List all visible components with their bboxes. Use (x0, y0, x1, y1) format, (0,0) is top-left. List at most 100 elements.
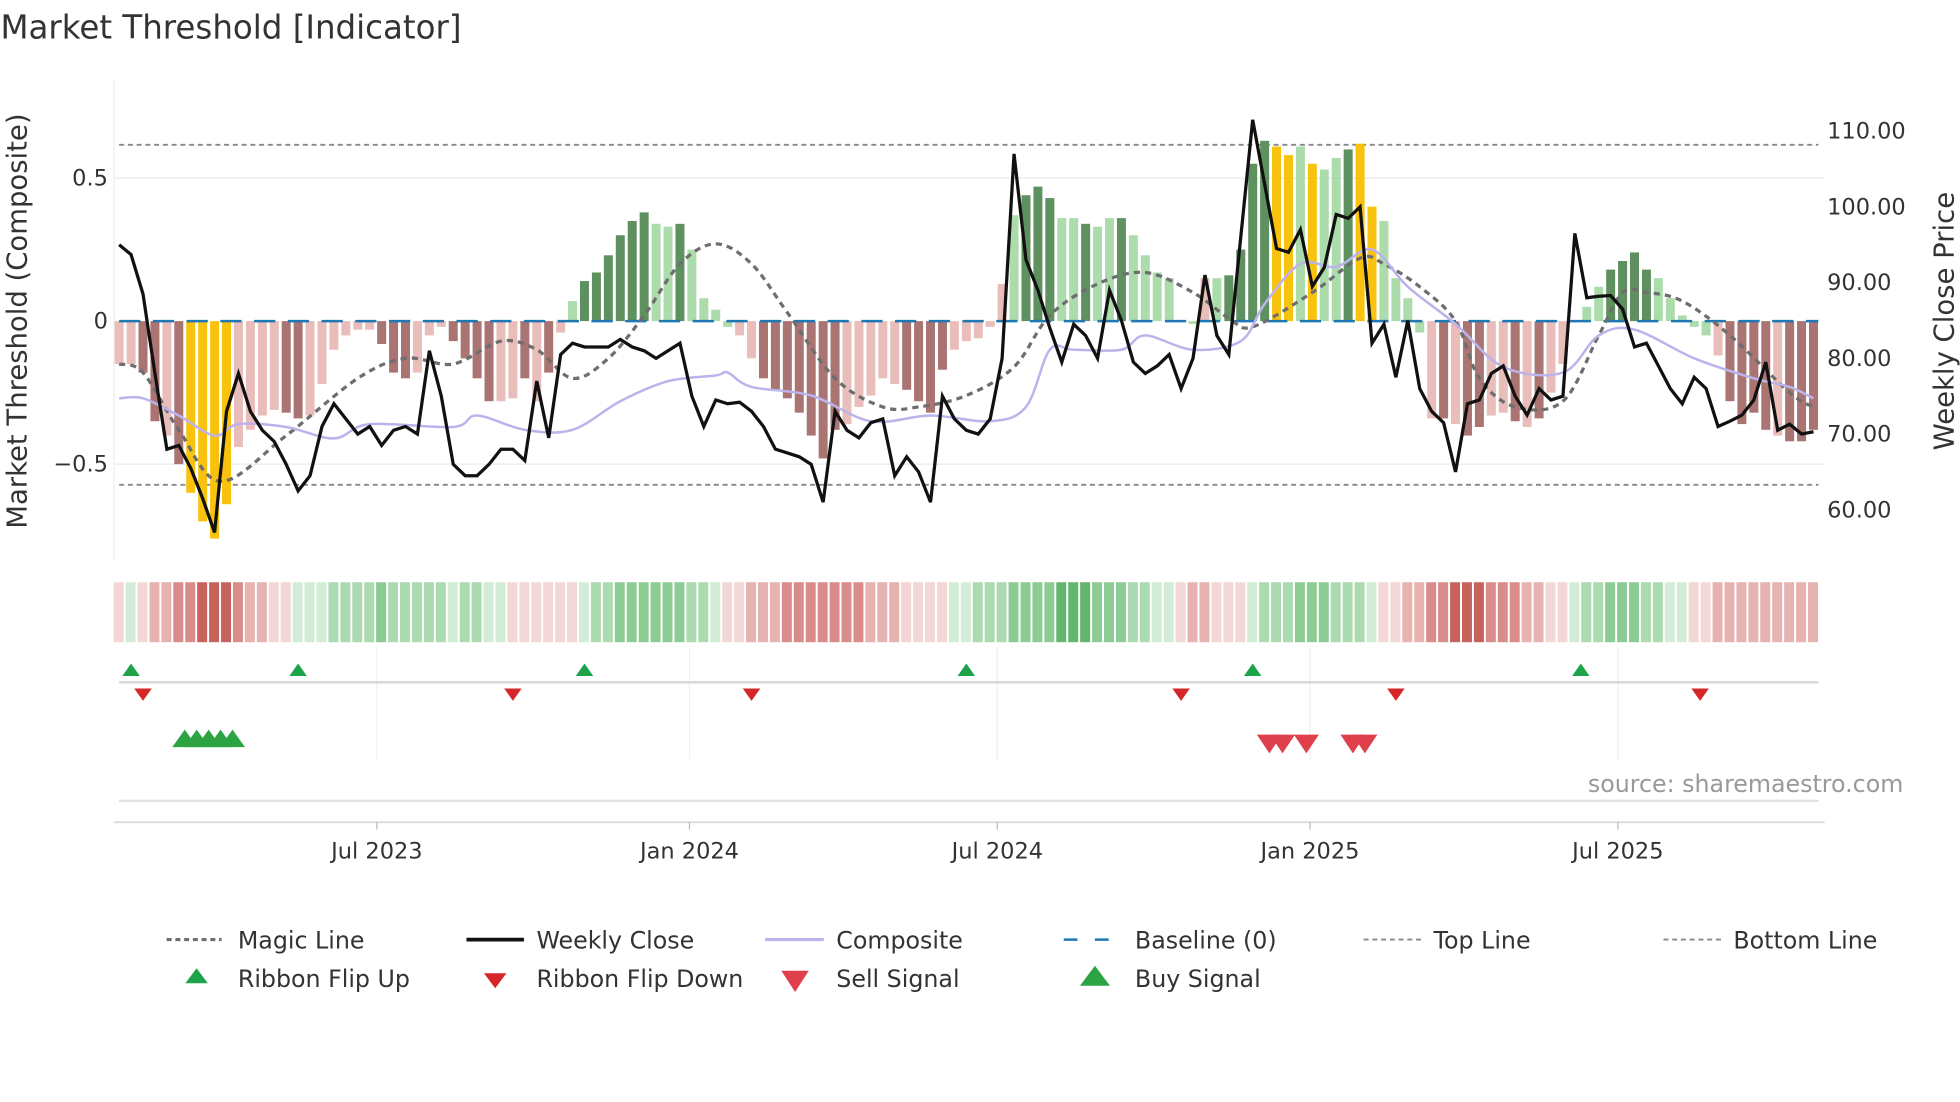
composite-bar (1546, 321, 1556, 393)
ribbon-cell (1497, 582, 1508, 643)
y2-tick-label: 70.00 (1827, 422, 1891, 448)
ribbon-cell (304, 582, 315, 643)
ribbon-cell (1306, 582, 1317, 643)
ribbon-flip-up-marker (122, 663, 140, 676)
composite-bar (1630, 252, 1640, 322)
composite-bars (114, 140, 1818, 539)
ribbon-cell (1438, 582, 1449, 643)
composite-bar (591, 272, 601, 322)
ribbon-cell (388, 582, 399, 643)
ribbon-cell (829, 582, 840, 643)
ribbon-cell (1605, 582, 1616, 643)
ribbon-cell (1008, 582, 1019, 643)
composite-bar (293, 321, 303, 419)
sell-triangle-icon (781, 970, 809, 993)
ribbon-cell (495, 582, 506, 643)
y2-tick-label: 100.00 (1827, 194, 1906, 220)
composite-bar (699, 298, 709, 322)
composite-bar (1081, 223, 1091, 322)
legend-item-sell-signal[interactable]: Sell Signal (781, 965, 960, 993)
ribbon (113, 582, 1818, 643)
composite-bar (1391, 278, 1401, 322)
x-tick-label: Jan 2024 (638, 838, 739, 864)
ribbon-cell (1796, 582, 1807, 643)
legend-item-weekly-close[interactable]: Weekly Close (466, 926, 694, 954)
ribbon-flip-up-marker (1572, 663, 1590, 676)
ribbon-cell (1640, 582, 1651, 643)
legend-item-buy-signal[interactable]: Buy Signal (1079, 965, 1261, 993)
ribbon-cell (376, 582, 387, 643)
composite-bar (389, 321, 399, 373)
ribbon-cell (1461, 582, 1472, 643)
ribbon-cell (578, 582, 589, 643)
legend-item-composite[interactable]: Composite (765, 926, 963, 954)
composite-bar (138, 321, 148, 373)
ribbon-cell (877, 582, 888, 643)
ribbon-cell (1485, 582, 1496, 643)
ribbon-cell (352, 582, 363, 643)
composite-bar (1582, 306, 1592, 322)
ribbon-cell (650, 582, 661, 643)
y2-tick-label: 110.00 (1827, 119, 1906, 145)
composite-bar (579, 281, 589, 322)
y-tick-label: −0.5 (53, 452, 108, 478)
legend-item-ribbon-flip-down[interactable]: Ribbon Flip Down (483, 965, 743, 993)
ribbon-cell (1807, 582, 1818, 643)
ribbon-cell (268, 582, 279, 643)
legend-label: Top Line (1433, 926, 1531, 954)
ribbon-flip-up-marker (1243, 663, 1262, 676)
ribbon-cell (197, 582, 208, 643)
ribbon-cell (710, 582, 721, 643)
ribbon-cell (1056, 582, 1067, 643)
ribbon-cell (984, 582, 995, 643)
composite-bar (1653, 278, 1663, 322)
composite-bar (758, 321, 768, 379)
sell-signal-marker (1293, 734, 1319, 754)
composite-bar (1128, 235, 1138, 322)
composite-bar (603, 255, 613, 322)
composite-bar (1164, 278, 1174, 322)
ribbon-cell (1581, 582, 1592, 643)
legend-item-bottom-line[interactable]: Bottom Line (1663, 926, 1877, 954)
ribbon-cell (543, 582, 554, 643)
composite-bar (377, 321, 387, 344)
ribbon-cell (853, 582, 864, 643)
ribbon-cell (519, 582, 530, 643)
composite-bar (949, 321, 959, 350)
composite-bar (424, 321, 434, 336)
ribbon-cell (1318, 582, 1329, 643)
legend-label: Buy Signal (1135, 965, 1261, 993)
x-axis: Jul 2023 Jan 2024 Jul 2024 Jan 2025 Jul 2025 (114, 821, 1825, 864)
legend-item-ribbon-flip-up[interactable]: Ribbon Flip Up (185, 965, 410, 993)
ribbon-cell (1032, 582, 1043, 643)
ribbon-cell (1509, 582, 1520, 643)
legend-item-top-line[interactable]: Top Line (1363, 926, 1531, 954)
legend-item-magic-line[interactable]: Magic Line (166, 926, 365, 954)
ribbon-cell (1772, 582, 1783, 643)
ribbon-cell (901, 582, 912, 643)
ribbon-cell (1163, 582, 1174, 643)
composite-bar (1594, 286, 1604, 322)
ribbon-cell (113, 582, 124, 643)
signal-panels (119, 647, 1819, 803)
ribbon-cell (1378, 582, 1389, 643)
composite-bar (544, 321, 554, 373)
ribbon-cell (1473, 582, 1484, 643)
ribbon-cell (1294, 582, 1305, 643)
ribbon-cell (1282, 582, 1293, 643)
ribbon-flip-up-marker (289, 663, 307, 676)
composite-bar (973, 321, 983, 339)
ribbon-cell (734, 582, 745, 643)
composite-bar (1641, 269, 1651, 322)
ribbon-cell (1784, 582, 1795, 643)
legend-item-baseline[interactable]: Baseline (0) (1063, 926, 1277, 954)
chart-title: Market Threshold [Indicator] (0, 9, 461, 47)
ribbon-cell (173, 582, 184, 643)
composite-bar (615, 235, 625, 322)
ribbon-cell (1629, 582, 1640, 643)
ribbon-cell (435, 582, 446, 643)
ribbon-cell (1199, 582, 1210, 643)
ribbon-cell (423, 582, 434, 643)
composite-bar (782, 321, 792, 399)
ribbon-cell (1652, 582, 1663, 643)
